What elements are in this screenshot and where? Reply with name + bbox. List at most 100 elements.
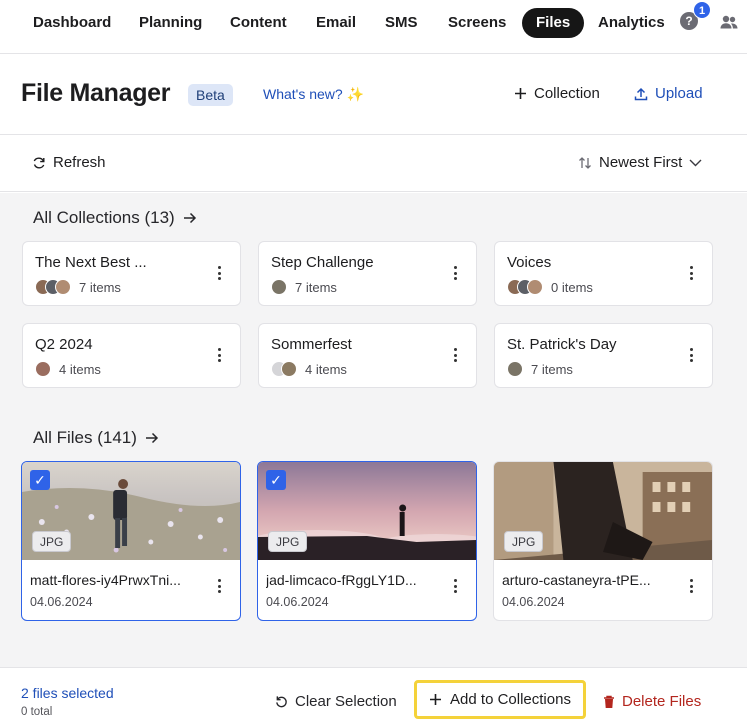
collection-card[interactable]: Step Challenge 7 items (258, 241, 477, 306)
file-date: 04.06.2024 (266, 595, 329, 609)
help-button[interactable]: ? 1 (680, 1, 711, 32)
nav-email[interactable]: Email (306, 8, 366, 38)
arrow-right-icon (183, 212, 196, 224)
collection-name: Q2 2024 (35, 336, 93, 353)
top-nav: Dashboard Planning Content Email SMS Scr… (0, 0, 747, 54)
more-options-icon[interactable] (688, 579, 694, 595)
all-files-link[interactable]: All Files (141) (33, 428, 159, 448)
sort-icon (579, 156, 591, 169)
avatar (507, 361, 523, 377)
file-date: 04.06.2024 (502, 595, 565, 609)
whats-new-label: What's new? (263, 86, 343, 102)
collection-name: Voices (507, 254, 552, 271)
collection-count: 4 items (305, 361, 347, 377)
more-options-icon[interactable] (688, 348, 694, 364)
sparkle-icon: ✨ (346, 86, 365, 102)
collection-count: 7 items (79, 279, 121, 295)
collection-card[interactable]: Voices 0 items (494, 241, 713, 306)
select-checkbox[interactable]: ✓ (266, 470, 286, 490)
collection-count: 0 items (551, 279, 593, 295)
refresh-icon (33, 157, 45, 168)
file-card[interactable]: JPG arturo-castaneyra-tPE... 04.06.2024 (493, 461, 713, 621)
selection-footer: 2 files selected 0 total Clear Selection… (0, 667, 747, 728)
refresh-label: Refresh (53, 154, 106, 171)
add-to-collections-label: Add to Collections (450, 691, 571, 708)
avatar (281, 361, 297, 377)
avatar-group (271, 279, 287, 295)
reset-icon (276, 696, 287, 708)
notification-badge: 1 (693, 1, 711, 19)
more-options-icon[interactable] (216, 579, 222, 595)
avatar-group (35, 361, 51, 377)
selected-count: 2 files selected (21, 685, 114, 701)
main-content: All Collections (13) The Next Best ... 7… (0, 193, 747, 667)
nav-analytics[interactable]: Analytics (588, 8, 675, 38)
upload-button[interactable]: Upload (634, 85, 703, 102)
page-title: File Manager (21, 79, 171, 107)
file-name: arturo-castaneyra-tPE... (502, 572, 651, 588)
sort-dropdown[interactable]: Newest First (578, 154, 702, 171)
refresh-button[interactable]: Refresh (32, 154, 106, 171)
more-options-icon[interactable] (688, 266, 694, 282)
collection-card[interactable]: The Next Best ... 7 items (22, 241, 241, 306)
file-date: 04.06.2024 (30, 595, 93, 609)
more-options-icon[interactable] (216, 266, 222, 282)
trash-icon (604, 695, 614, 708)
avatar-group (507, 361, 523, 377)
chevron-down-icon (689, 159, 702, 166)
selected-total: 0 total (21, 706, 53, 718)
whats-new-link[interactable]: What's new? ✨ (263, 86, 364, 103)
file-type-badge: JPG (504, 531, 544, 552)
file-card[interactable]: ✓ JPG matt-flores-iy4PrwxTni... 04.06.20… (21, 461, 241, 621)
collection-count: 4 items (59, 361, 101, 377)
new-collection-label: Collection (534, 85, 600, 102)
nav-files[interactable]: Files (522, 8, 585, 38)
file-card[interactable]: ✓ JPG jad-limcaco-fRggLY1D... 04.06.2024 (257, 461, 477, 621)
all-collections-link[interactable]: All Collections (13) (33, 208, 197, 228)
file-name: jad-limcaco-fRggLY1D... (266, 572, 417, 588)
collection-card[interactable]: Sommerfest 4 items (258, 323, 477, 388)
avatar (35, 361, 51, 377)
sort-label: Newest First (599, 154, 683, 171)
more-options-icon[interactable] (452, 579, 458, 595)
plus-icon (515, 88, 526, 99)
clear-selection-button[interactable]: Clear Selection (275, 693, 397, 710)
nav-sms[interactable]: SMS (375, 8, 428, 38)
delete-files-label: Delete Files (622, 693, 702, 710)
collection-card[interactable]: St. Patrick's Day 7 items (494, 323, 713, 388)
select-checkbox[interactable]: ✓ (30, 470, 50, 490)
collection-name: Step Challenge (271, 254, 374, 271)
nav-screens[interactable]: Screens (438, 8, 516, 38)
more-options-icon[interactable] (216, 348, 222, 364)
avatar (271, 279, 287, 295)
file-type-badge: JPG (32, 531, 72, 552)
avatar (527, 279, 543, 295)
collection-name: The Next Best ... (35, 254, 147, 271)
upload-icon (634, 87, 648, 100)
add-to-collections-button[interactable]: Add to Collections (414, 680, 586, 719)
page-header: File Manager Beta What's new? ✨ Collectio… (0, 55, 747, 135)
people-icon[interactable] (720, 14, 738, 30)
collection-count: 7 items (295, 279, 337, 295)
toolbar: Refresh Newest First (0, 136, 747, 192)
collection-name: Sommerfest (271, 336, 352, 353)
all-collections-title: All Collections (13) (33, 208, 175, 227)
clear-selection-label: Clear Selection (295, 693, 397, 710)
more-options-icon[interactable] (452, 348, 458, 364)
beta-badge: Beta (188, 84, 233, 106)
arrow-right-icon (145, 432, 158, 444)
avatar (55, 279, 71, 295)
new-collection-button[interactable]: Collection (514, 85, 600, 102)
upload-label: Upload (655, 85, 703, 102)
file-name: matt-flores-iy4PrwxTni... (30, 572, 181, 588)
more-options-icon[interactable] (452, 266, 458, 282)
collection-count: 7 items (531, 361, 573, 377)
plus-icon (430, 694, 442, 705)
nav-dashboard[interactable]: Dashboard (23, 8, 121, 38)
avatar-group (271, 361, 297, 377)
avatar-group (507, 279, 543, 295)
delete-files-button[interactable]: Delete Files (603, 693, 701, 710)
nav-planning[interactable]: Planning (129, 8, 212, 38)
collection-card[interactable]: Q2 2024 4 items (22, 323, 241, 388)
nav-content[interactable]: Content (220, 8, 297, 38)
